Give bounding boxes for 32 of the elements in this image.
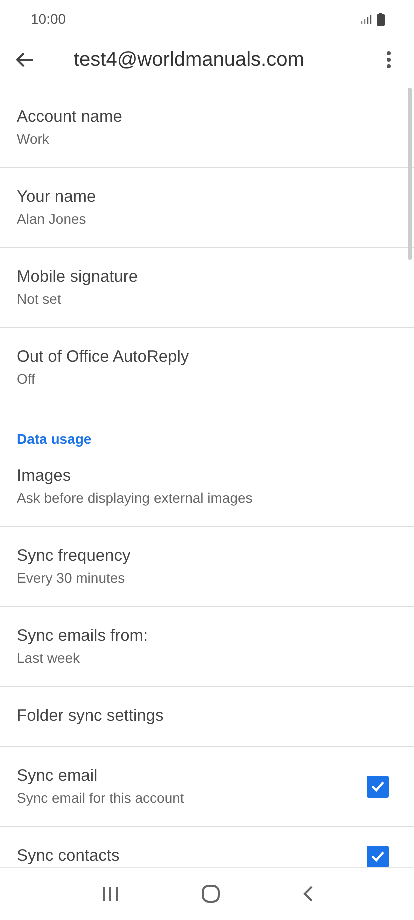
- checkmark-icon: [371, 781, 385, 792]
- account-title: test4@worldmanuals.com: [74, 48, 306, 72]
- back-arrow-icon: [16, 52, 34, 68]
- three-lines-icon: [102, 886, 118, 902]
- setting-title[interactable]: Out of Office AutoReply: [17, 348, 190, 367]
- setting-title[interactable]: Images: [17, 467, 72, 486]
- setting-title[interactable]: Mobile signature: [17, 268, 138, 287]
- battery-icon: [377, 12, 385, 26]
- setting-value: Off: [17, 371, 36, 387]
- chevron-left-icon: [302, 886, 312, 902]
- checkmark-icon: [371, 851, 385, 862]
- setting-title[interactable]: Sync emails from:: [17, 627, 148, 646]
- setting-value: Alan Jones: [17, 211, 86, 227]
- section-header: Data usage: [17, 431, 92, 447]
- setting-title[interactable]: Sync contacts: [17, 847, 120, 866]
- checkbox[interactable]: [367, 846, 389, 867]
- setting-value: Sync email for this account: [17, 790, 184, 806]
- setting-title[interactable]: Sync frequency: [17, 547, 131, 566]
- setting-value: Every 30 minutes: [17, 570, 126, 586]
- more-vertical-icon: [386, 51, 392, 69]
- checkbox[interactable]: [367, 776, 389, 798]
- status-time: 10:00: [31, 11, 66, 27]
- signal-icon: [361, 14, 372, 24]
- rounded-square-icon: [202, 885, 220, 903]
- setting-value: Last week: [17, 650, 80, 666]
- setting-value: Work: [17, 131, 50, 147]
- setting-title[interactable]: Folder sync settings: [17, 707, 164, 726]
- setting-title[interactable]: Sync email: [17, 767, 98, 786]
- setting-title[interactable]: Account name: [17, 108, 122, 127]
- setting-title[interactable]: Your name: [17, 188, 96, 207]
- setting-value: Ask before displaying external images: [17, 490, 253, 506]
- setting-value: Not set: [17, 291, 62, 307]
